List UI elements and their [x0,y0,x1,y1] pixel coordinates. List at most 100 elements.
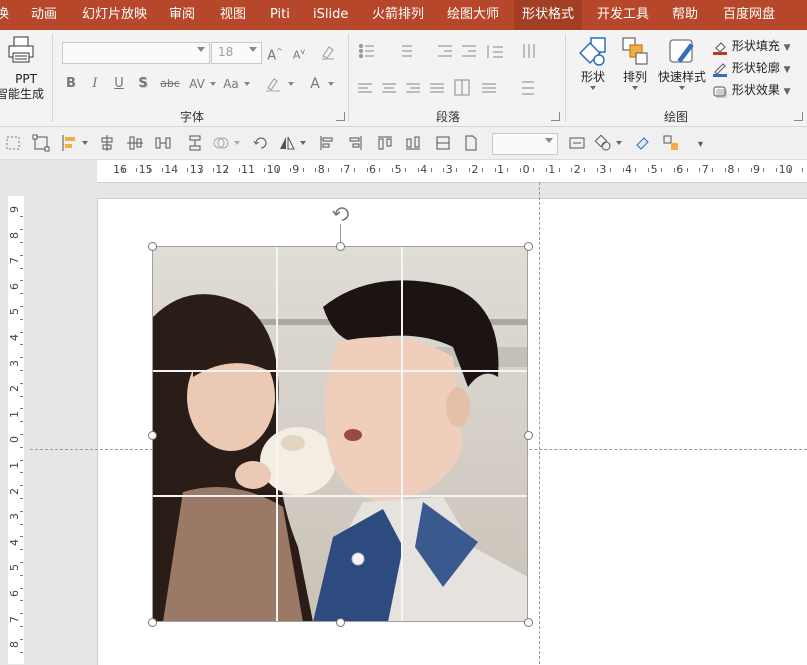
chevron-down-icon [210,82,216,86]
same-height-icon[interactable] [404,134,422,152]
resize-handle-top-right[interactable] [524,242,533,251]
ruler-h-tick [661,168,662,172]
paragraph-tools-icon[interactable] [358,42,558,102]
ruler-v-label: 7 [8,257,21,265]
merge-shapes-icon[interactable] [212,134,230,152]
vertical-guide[interactable] [539,182,540,664]
format-painter-icon[interactable] [634,134,652,152]
align-middle-icon[interactable] [126,134,144,152]
rotate-handle-icon[interactable] [330,202,354,226]
chevron-down-icon [249,47,257,52]
toolbar-overflow-icon[interactable]: ▾ [698,139,703,150]
ribbon: PPT 智能生成 18 A^ Av B I U S abc AV Aa A 字体 [0,30,807,127]
ruler-v-tick [20,549,23,551]
change-case-button[interactable]: Aa [220,74,242,94]
highlight-icon[interactable] [264,76,282,92]
paragraph-dialog-launcher-icon[interactable] [551,112,560,121]
ruler-h-tick [264,168,266,172]
arrange-button-label: 排列 [622,70,647,84]
ribbon-separator [565,34,566,122]
ruler-h-label: 2 [573,163,581,176]
align-center-icon[interactable] [98,134,116,152]
menu-item-transitions[interactable]: 换 [0,0,9,30]
underline-button[interactable]: U [110,74,128,94]
font-size-combo[interactable]: 18 [211,42,262,64]
flip-icon[interactable] [278,134,296,152]
text-shadow-button[interactable]: S [134,74,152,94]
clear-formatting-icon[interactable] [320,44,336,60]
font-name-combo[interactable] [62,42,210,64]
menu-item-slideshow[interactable]: 幻灯片放映 [82,0,147,30]
ruler-h-tick [161,168,163,172]
shape-outline-label: 形状轮廓 [731,61,780,75]
ruler-h-tick [507,168,509,172]
resize-handle-top-left[interactable] [148,242,157,251]
insert-shapes-icon[interactable] [594,134,612,152]
shape-effects-button[interactable]: 形状效果 ▼ [712,80,791,100]
ruler-h-label: 6 [676,163,684,176]
menu-item-developer[interactable]: 开发工具 [597,0,649,30]
same-width-icon[interactable] [376,134,394,152]
resize-handle-right[interactable] [524,431,533,440]
ppt-generate-button[interactable]: PPT 智能生成 [0,30,52,126]
menu-item-drawing-master[interactable]: 绘图大师 [447,0,499,30]
resize-handle-top[interactable] [336,242,345,251]
font-color-button[interactable]: A [306,74,324,94]
chevron-down-icon [82,141,88,145]
menu-item-help[interactable]: 帮助 [672,0,698,30]
menu-item-rocket-arrange[interactable]: 火箭排列 [372,0,424,30]
ruler-v-tick [20,626,23,627]
ruler-h-tick [789,168,790,172]
quick-styles-button[interactable]: 快速样式 [656,36,708,90]
align-left-icon[interactable] [60,134,78,152]
chevron-down-icon [616,141,622,145]
resize-handle-bottom-right[interactable] [524,618,533,627]
menu-item-view[interactable]: 视图 [220,0,246,30]
menu-item-islide[interactable]: iSlide [313,0,348,30]
font-dialog-launcher-icon[interactable] [336,112,345,121]
strikethrough-button[interactable]: abc [158,74,182,94]
ruler-v-tick [20,600,23,602]
rotate-icon[interactable] [252,134,270,152]
paint-bucket-icon [713,41,727,55]
ruler-h-tick [609,168,611,172]
decrease-font-size-icon[interactable]: Av [290,42,308,62]
ruler-v-tick [20,331,23,333]
ruler-h-tick [750,168,752,172]
ruler-h-label: 1 [497,163,504,176]
group-icon[interactable] [32,134,50,152]
chevron-down-icon [288,82,294,86]
align-top-icon[interactable] [318,134,336,152]
increase-font-size-icon[interactable]: A^ [266,42,284,63]
resize-handle-left[interactable] [148,431,157,440]
select-pane-icon[interactable] [4,134,22,152]
text-box-icon[interactable] [568,134,586,152]
arrange-button[interactable]: 排列 [618,36,652,90]
ruler-v-tick [20,485,23,487]
ruler-v-label: 9 [8,206,21,213]
menu-item-baidu-netdisk[interactable]: 百度网盘 [723,0,775,30]
distribute-vertical-icon[interactable] [186,134,204,152]
italic-button[interactable]: I [86,74,104,94]
menu-item-shape-format[interactable]: 形状格式 [514,0,583,30]
menu-item-piti[interactable]: Piti [270,0,290,30]
toolbar-dropdown[interactable] [492,133,558,155]
page-icon[interactable] [462,134,480,152]
shape-button[interactable]: 形状 [574,36,612,90]
character-spacing-button[interactable]: AV [186,74,208,94]
distribute-horizontal-icon[interactable] [154,134,172,152]
align-right-icon[interactable] [346,134,364,152]
drawing-dialog-launcher-icon[interactable] [794,112,803,121]
ruler-v-label: 1 [8,410,21,418]
size-icon[interactable] [434,134,452,152]
resize-handle-bottom-left[interactable] [148,618,157,627]
bold-button[interactable]: B [62,74,80,94]
resize-handle-bottom[interactable] [336,618,345,627]
menu-item-animations[interactable]: 动画 [31,0,57,30]
selection-pane-icon[interactable] [662,134,680,152]
menu-item-review[interactable]: 审阅 [169,0,195,30]
shape-fill-button[interactable]: 形状填充 ▼ [712,36,791,56]
ruler-v-label: 4 [8,334,21,341]
shape-outline-button[interactable]: 形状轮廓 ▼ [712,58,791,78]
effects-icon [713,86,727,98]
